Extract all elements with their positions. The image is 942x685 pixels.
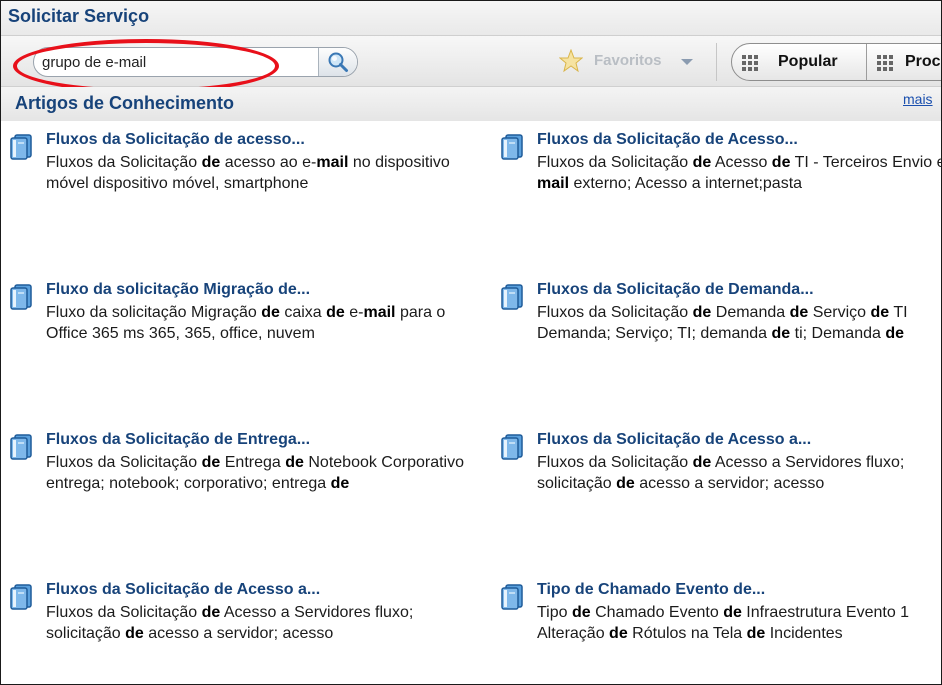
more-link[interactable]: mais	[903, 91, 933, 107]
article-item[interactable]: Fluxos da Solicitação de Acesso... Fluxos…	[500, 131, 942, 192]
book-icon	[9, 433, 35, 466]
favorites-label: Favoritos	[594, 52, 662, 69]
book-icon	[500, 433, 526, 466]
article-description: Fluxos da Solicitação de acesso ao e-mai…	[46, 154, 450, 192]
grid-icon	[742, 55, 758, 71]
book-icon	[500, 133, 526, 166]
tab-proc[interactable]: Proc	[867, 44, 941, 80]
article-title-link[interactable]: Fluxos da Solicitação de acesso...	[46, 131, 305, 149]
tab-label: Proc	[905, 53, 941, 70]
page-title: Solicitar Serviço	[8, 6, 150, 26]
grid-icon	[877, 55, 893, 71]
star-icon	[558, 48, 584, 78]
article-item[interactable]: Fluxos da Solicitação de Demanda... Fluxo…	[500, 281, 940, 342]
book-icon	[500, 583, 526, 616]
tab-label: Popular	[778, 53, 838, 70]
title-bar: Solicitar Serviço	[1, 1, 941, 36]
article-description: Tipo de Chamado Evento de Infraestrutura…	[537, 604, 910, 642]
article-item[interactable]: Fluxos da Solicitação de Acesso a... Flux…	[9, 581, 449, 642]
window: Solicitar Serviço Favoritos	[0, 0, 942, 685]
article-title-link[interactable]: Fluxo da solicitação Migração de...	[46, 281, 310, 299]
book-icon	[9, 133, 35, 166]
search-button[interactable]	[318, 48, 357, 76]
article-description: Fluxos da Solicitação de Entrega de Note…	[46, 454, 465, 492]
section-header: Artigos de Conhecimento mais	[1, 87, 941, 121]
article-title-link[interactable]: Fluxos da Solicitação de Acesso a...	[46, 581, 320, 599]
article-title-link[interactable]: Fluxos da Solicitação de Acesso...	[537, 131, 798, 149]
view-toggle: Popular Proc	[731, 43, 941, 81]
article-description: Fluxos da Solicitação de Acesso de TI - …	[537, 154, 942, 192]
tab-popular[interactable]: Popular	[732, 44, 867, 80]
chevron-down-icon	[681, 59, 693, 65]
article-description: Fluxos da Solicitação de Acesso a Servid…	[537, 454, 905, 492]
book-icon	[500, 283, 526, 316]
article-item[interactable]: Fluxo da solicitação Migração de... Fluxo…	[9, 281, 449, 342]
article-item[interactable]: Tipo de Chamado Evento de... Tipo de Cham…	[500, 581, 940, 642]
article-title-link[interactable]: Fluxos da Solicitação de Entrega...	[46, 431, 310, 449]
article-description: Fluxos da Solicitação de Acesso a Servid…	[46, 604, 414, 642]
article-description: Fluxos da Solicitação de Demanda de Serv…	[537, 304, 908, 342]
article-item[interactable]: Fluxos da Solicitação de acesso... Fluxos…	[9, 131, 450, 192]
article-item[interactable]: Fluxos da Solicitação de Acesso a... Flux…	[500, 431, 940, 492]
article-item[interactable]: Fluxos da Solicitação de Entrega... Fluxo…	[9, 431, 464, 492]
book-icon	[9, 283, 35, 316]
highlight-annotation	[13, 39, 279, 93]
section-title: Artigos de Conhecimento	[15, 93, 235, 113]
article-title-link[interactable]: Fluxos da Solicitação de Demanda...	[537, 281, 814, 299]
article-title-link[interactable]: Tipo de Chamado Evento de...	[537, 581, 765, 599]
toolbar-divider	[716, 43, 717, 81]
book-icon	[9, 583, 35, 616]
article-title-link[interactable]: Fluxos da Solicitação de Acesso a...	[537, 431, 811, 449]
article-description: Fluxo da solicitação Migração de caixa d…	[46, 304, 446, 342]
